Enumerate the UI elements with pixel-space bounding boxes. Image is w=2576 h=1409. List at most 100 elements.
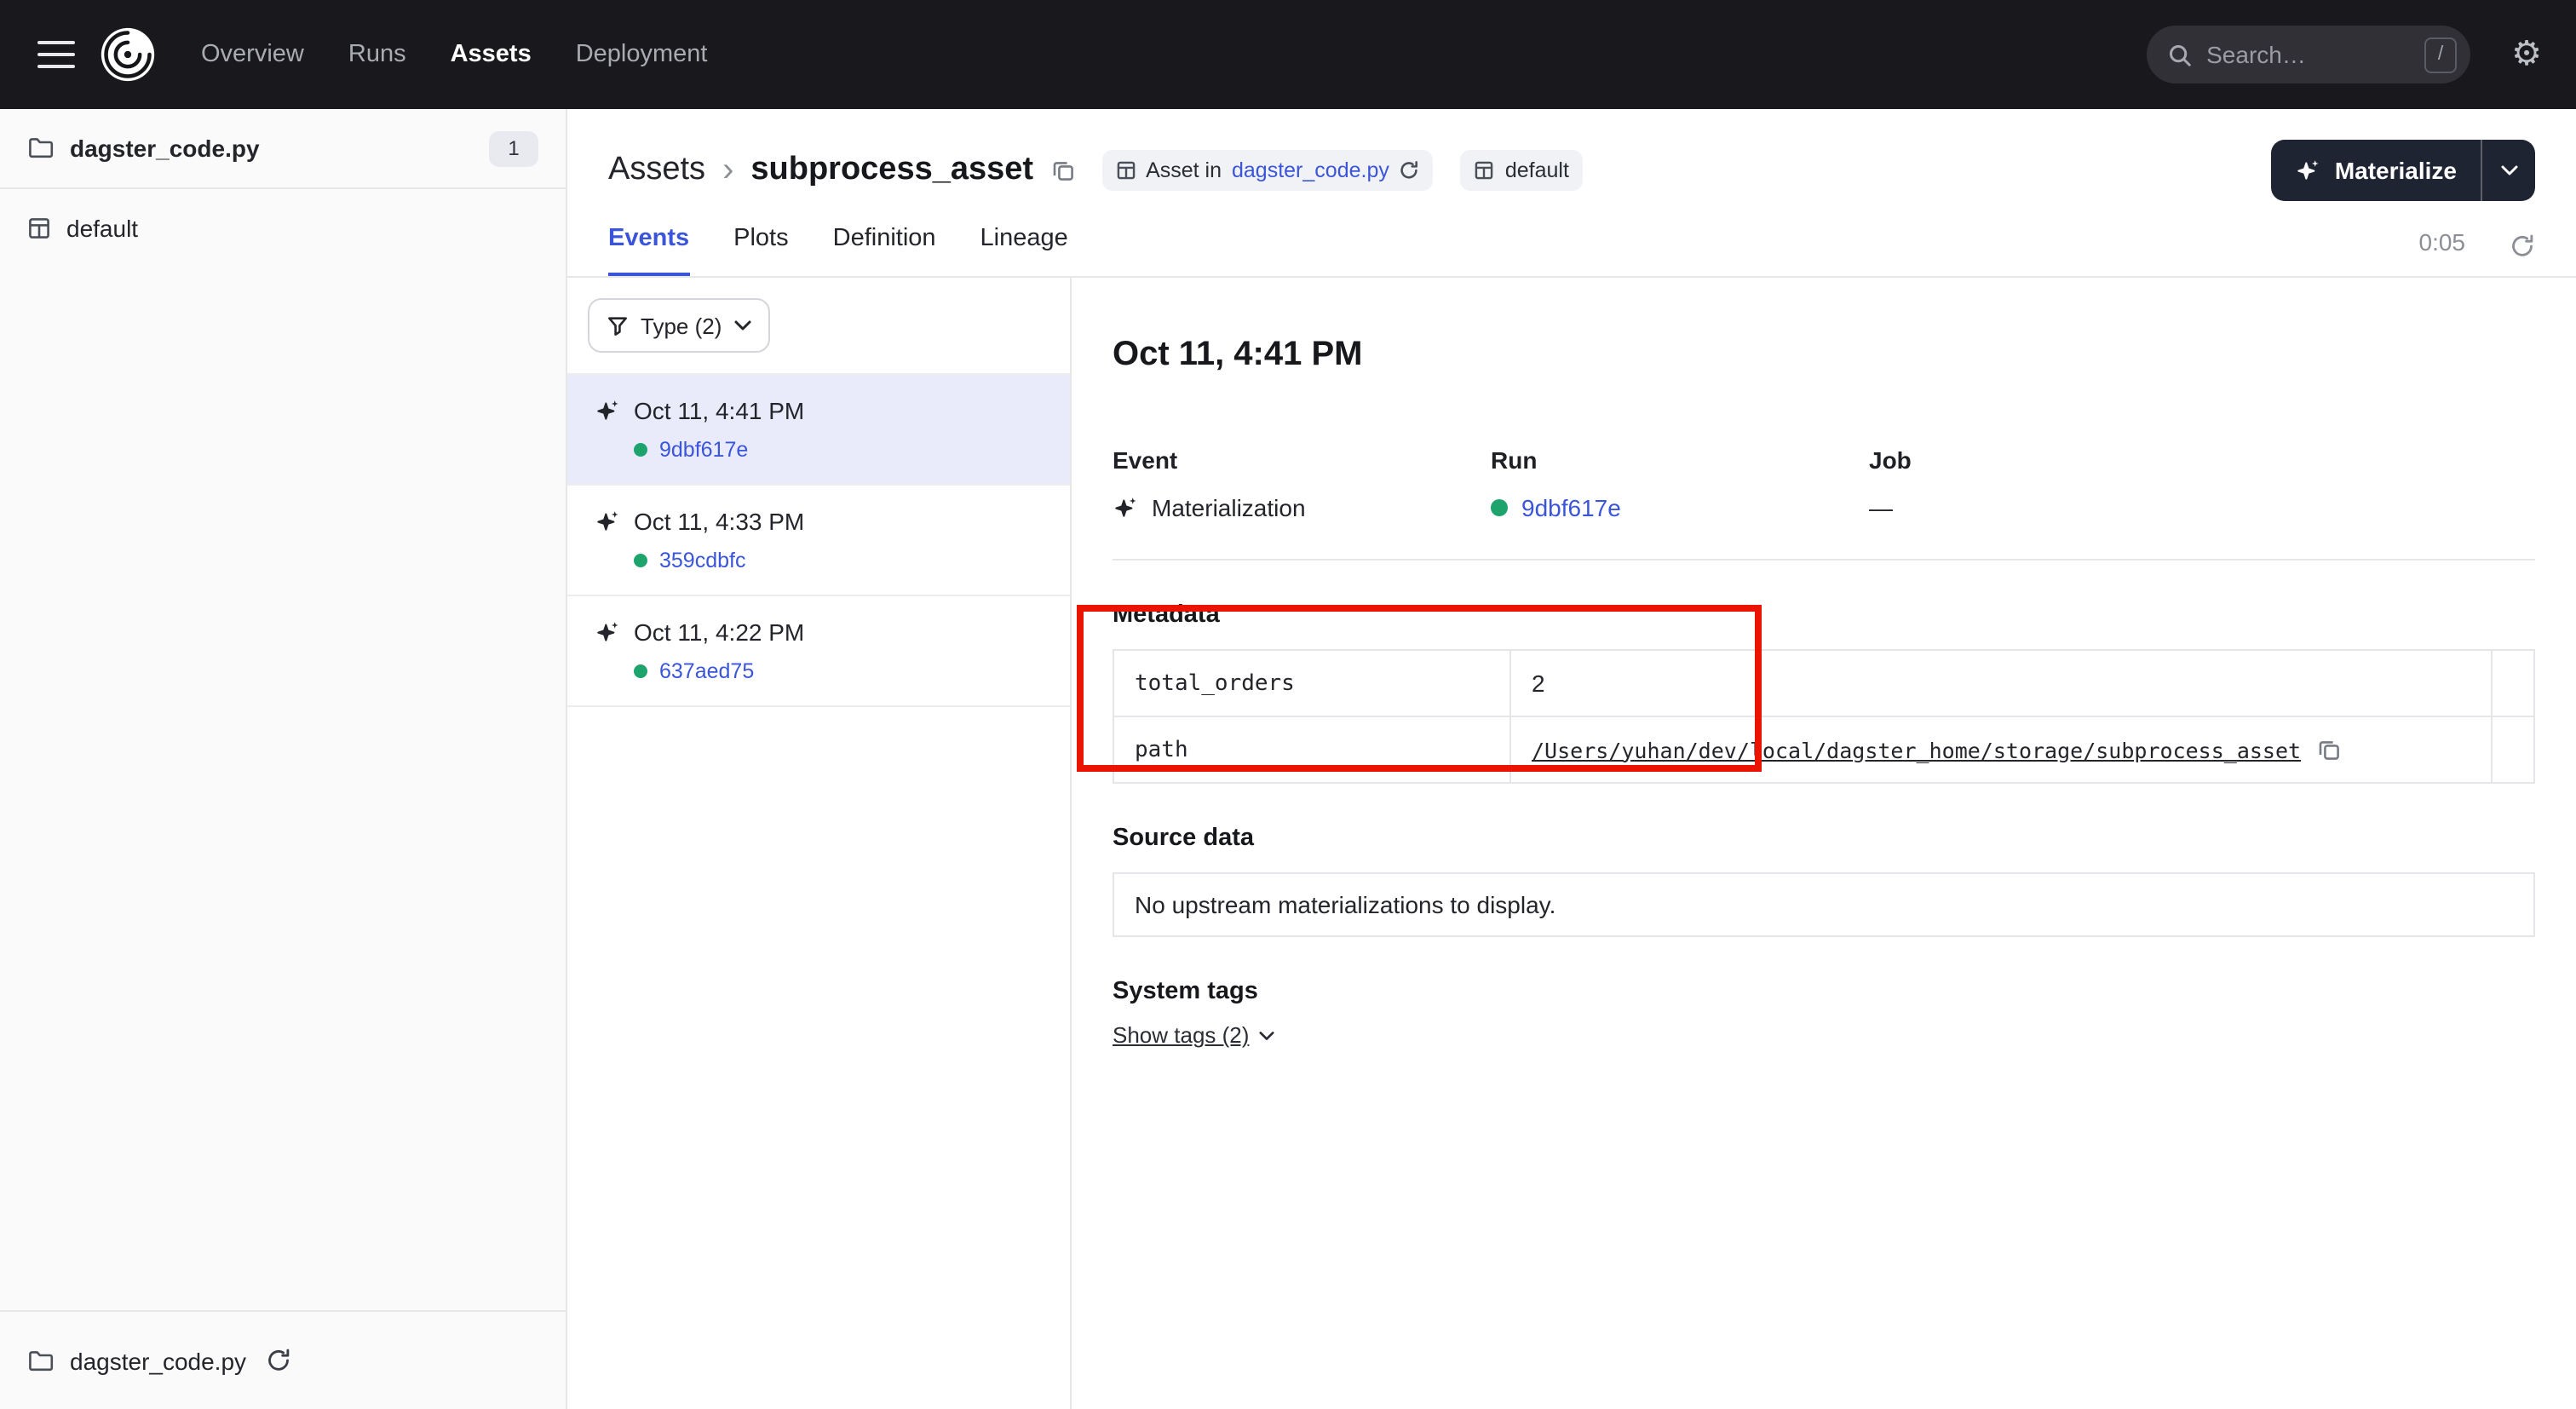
- event-time-label: Oct 11, 4:41 PM: [634, 397, 804, 424]
- asset-count-badge: 1: [489, 130, 538, 166]
- metadata-key: path: [1113, 716, 1510, 783]
- materialization-icon: [1113, 496, 1138, 520]
- job-label: Job: [1869, 446, 2535, 474]
- settings-gear-icon[interactable]: ⚙: [2511, 37, 2542, 72]
- table-row: total_orders 2: [1113, 650, 2534, 716]
- metadata-key: total_orders: [1113, 650, 1510, 716]
- code-location-link[interactable]: dagster_code.py: [1232, 158, 1389, 182]
- asset-tag-prefix: Asset in: [1146, 158, 1222, 182]
- search-input[interactable]: Search… /: [2147, 26, 2470, 83]
- repo-tag[interactable]: default: [1461, 150, 1583, 191]
- event-list-item[interactable]: Oct 11, 4:22 PM 637aed75: [567, 596, 1070, 707]
- chevron-down-icon: [733, 320, 750, 331]
- chevron-down-icon: [2500, 165, 2517, 175]
- job-value: —: [1869, 494, 2535, 521]
- materialization-icon: [595, 509, 620, 533]
- run-status-dot: [1491, 499, 1508, 516]
- search-shortcut-badge: /: [2424, 37, 2457, 72]
- primary-nav: Overview Runs Assets Deployment: [201, 41, 707, 68]
- metadata-heading: Metadata: [1113, 601, 2535, 629]
- metadata-value: /Users/yuhan/dev/local/dagster_home/stor…: [1510, 716, 2492, 783]
- events-list-panel: Type (2) Oct 11, 4:41 PM 9dbf617e: [567, 278, 1072, 1409]
- path-link[interactable]: /Users/yuhan/dev/local/dagster_home/stor…: [1532, 737, 2301, 762]
- run-status-dot: [634, 554, 647, 567]
- main-content: Assets › subprocess_asset Asset in dags: [567, 109, 2576, 1409]
- sparkle-icon: [2296, 158, 2321, 182]
- refresh-icon[interactable]: [2510, 233, 2535, 276]
- copy-asset-name-icon[interactable]: [1050, 158, 1074, 182]
- metadata-extra-cell: [2492, 650, 2534, 716]
- event-summary-row: Event Materialization Run 9dbf617e: [1113, 446, 2535, 521]
- materialize-button[interactable]: Materialize: [2272, 140, 2481, 201]
- search-placeholder: Search…: [2206, 41, 2411, 68]
- sidebar-item-code-location[interactable]: dagster_code.py 1: [0, 109, 566, 189]
- repo-grid-icon: [1475, 160, 1495, 181]
- sidebar-item-default-repo[interactable]: default: [0, 189, 566, 267]
- event-time-label: Oct 11, 4:33 PM: [634, 508, 804, 535]
- source-data-empty-text: No upstream materializations to display.: [1135, 891, 1555, 918]
- materialize-dropdown-button[interactable]: [2481, 140, 2535, 201]
- run-status-dot: [634, 664, 647, 678]
- nav-assets[interactable]: Assets: [451, 41, 532, 68]
- filter-label: Type (2): [641, 313, 722, 338]
- sidebar-item-label: dagster_code.py: [70, 135, 260, 162]
- metadata-extra-cell: [2492, 716, 2534, 783]
- app-root: Overview Runs Assets Deployment Search… …: [0, 0, 2576, 1409]
- divider: [1113, 559, 2535, 561]
- breadcrumb: Assets › subprocess_asset Asset in dags: [608, 136, 2535, 204]
- asset-header: Assets › subprocess_asset Asset in dags: [567, 109, 2576, 278]
- event-detail-title: Oct 11, 4:41 PM: [1113, 336, 2535, 375]
- breadcrumb-assets-link[interactable]: Assets: [608, 152, 705, 189]
- tab-events[interactable]: Events: [608, 225, 689, 276]
- asset-grid-icon: [1115, 160, 1136, 181]
- filter-bar: Type (2): [567, 278, 1070, 375]
- folder-icon: [27, 136, 55, 160]
- sidebar-footer-code-location[interactable]: dagster_code.py: [0, 1310, 566, 1409]
- menu-icon[interactable]: [37, 34, 75, 75]
- asset-location-tag[interactable]: Asset in dagster_code.py: [1101, 150, 1434, 191]
- event-list-item[interactable]: Oct 11, 4:41 PM 9dbf617e: [567, 375, 1070, 486]
- copy-path-icon[interactable]: [2316, 738, 2340, 762]
- search-icon: [2167, 42, 2193, 67]
- reload-icon[interactable]: [1400, 160, 1420, 181]
- system-tags-heading: System tags: [1113, 978, 2535, 1005]
- event-type-value: Materialization: [1152, 494, 1306, 521]
- run-status-dot: [634, 443, 647, 457]
- show-tags-label: Show tags (2): [1113, 1022, 1249, 1048]
- materialize-button-label: Materialize: [2335, 157, 2457, 184]
- event-detail-panel: Oct 11, 4:41 PM Event Materialization Ru…: [1072, 278, 2576, 1409]
- repo-tag-label: default: [1505, 158, 1569, 182]
- metadata-table: total_orders 2 path /Users/yuhan/dev/loc…: [1113, 649, 2535, 784]
- table-row: path /Users/yuhan/dev/local/dagster_home…: [1113, 716, 2534, 783]
- top-navbar: Overview Runs Assets Deployment Search… …: [0, 0, 2576, 109]
- repo-grid-icon: [27, 216, 51, 240]
- reload-code-location-icon[interactable]: [265, 1348, 290, 1373]
- nav-overview[interactable]: Overview: [201, 41, 304, 68]
- filter-funnel-icon: [607, 314, 629, 336]
- chevron-down-icon: [1259, 1030, 1274, 1040]
- type-filter-button[interactable]: Type (2): [588, 298, 769, 353]
- source-data-heading: Source data: [1113, 825, 2535, 852]
- tab-definition[interactable]: Definition: [833, 225, 936, 276]
- run-link[interactable]: 637aed75: [659, 659, 754, 683]
- dagster-logo[interactable]: [99, 26, 157, 83]
- materialization-icon: [595, 620, 620, 644]
- events-content: Type (2) Oct 11, 4:41 PM 9dbf617e: [567, 278, 2576, 1409]
- run-link[interactable]: 9dbf617e: [1521, 494, 1621, 521]
- nav-deployment[interactable]: Deployment: [576, 41, 708, 68]
- sidebar: dagster_code.py 1 default dagster_code.p…: [0, 109, 567, 1409]
- run-link[interactable]: 359cdbfc: [659, 549, 745, 572]
- tab-lineage[interactable]: Lineage: [980, 225, 1068, 276]
- refresh-timer: 0:05: [2419, 228, 2466, 276]
- nav-runs[interactable]: Runs: [348, 41, 406, 68]
- folder-icon: [27, 1349, 55, 1372]
- event-list-item[interactable]: Oct 11, 4:33 PM 359cdbfc: [567, 486, 1070, 596]
- materialize-button-group: Materialize: [2272, 140, 2535, 201]
- run-link[interactable]: 9dbf617e: [659, 438, 748, 462]
- tab-plots[interactable]: Plots: [733, 225, 789, 276]
- event-label: Event: [1113, 446, 1491, 474]
- source-data-empty-state: No upstream materializations to display.: [1113, 872, 2535, 937]
- sidebar-item-label: default: [66, 215, 138, 242]
- dagster-logo-icon: [99, 26, 157, 83]
- show-tags-link[interactable]: Show tags (2): [1113, 1022, 1274, 1048]
